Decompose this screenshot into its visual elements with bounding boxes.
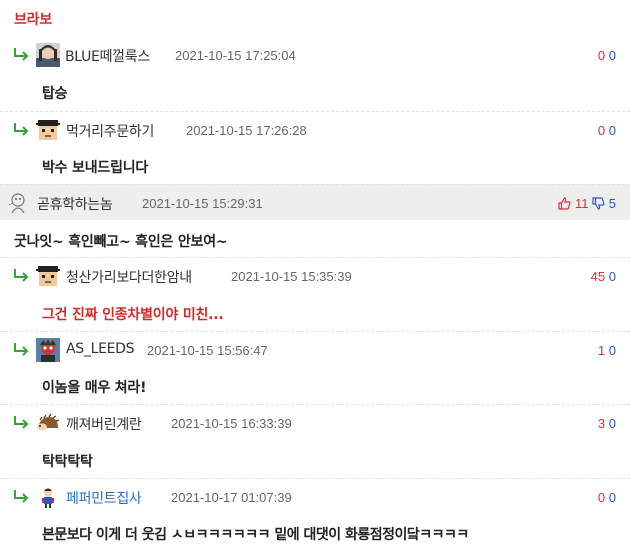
vote-counts: 0 0 — [598, 48, 616, 63]
comment-nickname[interactable]: BLUE떼껄룩스 — [65, 46, 150, 66]
reply-arrow-icon — [14, 343, 29, 356]
thumbs-up-icon[interactable] — [558, 197, 571, 210]
comment-datetime: 2021-10-15 15:29:31 — [142, 196, 263, 211]
comment-datetime: 2021-10-15 17:25:04 — [175, 48, 296, 63]
downvote-count[interactable]: 0 — [609, 343, 616, 358]
upvote-count[interactable]: 0 — [598, 123, 605, 138]
vote-counts: 0 0 — [598, 490, 616, 505]
comment-body: 탁탁탁탁 — [42, 454, 93, 470]
vote-counts: 0 0 — [598, 123, 616, 138]
comment-header: 먹거리주문하기 2021-10-15 17:26:28 0 0 — [0, 111, 630, 147]
vote-counts: 1 0 — [598, 343, 616, 358]
downvote-count[interactable]: 0 — [609, 269, 616, 284]
reply-arrow-icon — [14, 48, 29, 61]
comment-nickname[interactable]: 곧휴학하는놈 — [37, 194, 113, 214]
downvote-count[interactable]: 0 — [609, 416, 616, 431]
vote-counts: 45 0 — [591, 269, 616, 284]
avatar[interactable] — [36, 485, 60, 509]
avatar[interactable] — [36, 264, 60, 288]
upvote-count[interactable]: 1 — [598, 343, 605, 358]
reply-arrow-icon — [14, 123, 29, 136]
comment-body: 이놈을 매우 쳐라! — [42, 380, 147, 396]
vote-counts: 3 0 — [598, 416, 616, 431]
pixel-face-avatar-icon — [36, 118, 60, 142]
comment-header: AS_LEEDS 2021-10-15 15:56:47 1 0 — [0, 331, 630, 367]
avatar[interactable] — [36, 411, 60, 435]
reply-arrow-icon — [14, 416, 29, 429]
upvote-count[interactable]: 0 — [598, 490, 605, 505]
comment-nickname[interactable]: 먹거리주문하기 — [66, 121, 154, 141]
comment-body: 굿나잇~ 흑인빼고~ 흑인은 안보여~ — [14, 234, 228, 250]
upvote-count[interactable]: 0 — [598, 48, 605, 63]
upvote-count[interactable]: 11 — [575, 196, 589, 211]
avatar[interactable] — [36, 118, 60, 142]
avatar[interactable] — [36, 338, 60, 362]
avatar[interactable] — [6, 191, 30, 215]
thumbs-down-icon[interactable] — [592, 197, 605, 210]
hedgehog-avatar-icon — [36, 411, 60, 435]
downvote-count[interactable]: 0 — [609, 123, 616, 138]
downvote-count[interactable]: 0 — [609, 48, 616, 63]
comment-header: BLUE떼껄룩스 2021-10-15 17:25:04 0 0 — [0, 37, 630, 73]
comment-body: 그건 진짜 인종차별이야 미친... — [42, 307, 224, 323]
reply-arrow-icon — [14, 269, 29, 282]
comment-header: 곧휴학하는놈 2021-10-15 15:29:31 11 5 — [0, 184, 630, 220]
comment-header: 페퍼민트집사 2021-10-17 01:07:39 0 0 — [0, 478, 630, 514]
comment-body: 브라보 — [14, 12, 53, 28]
comment-body: 탑승 — [42, 86, 68, 102]
small-character-avatar-icon — [36, 485, 60, 509]
avatar[interactable] — [36, 43, 60, 67]
sketch-avatar-icon — [6, 191, 30, 215]
pixel-face-avatar-icon — [36, 264, 60, 288]
comment-datetime: 2021-10-15 17:26:28 — [186, 123, 307, 138]
comment-body: 박수 보내드립니다 — [42, 160, 149, 176]
comment-datetime: 2021-10-15 15:56:47 — [147, 343, 268, 358]
comment-datetime: 2021-10-17 01:07:39 — [171, 490, 292, 505]
comment-body: 본문보다 이게 더 웃김 ㅅㅂㅋㅋㅋㅋㅋㅋ 밑에 대댓이 화룡점정이닼ㅋㅋㅋㅋ — [42, 527, 469, 543]
upvote-count[interactable]: 45 — [591, 269, 605, 284]
reply-arrow-icon — [14, 490, 29, 503]
comment-datetime: 2021-10-15 16:33:39 — [171, 416, 292, 431]
comment-nickname[interactable]: 청산가리보다더한암내 — [66, 267, 192, 287]
character-avatar-icon — [36, 338, 60, 362]
photo-avatar-icon — [36, 43, 60, 67]
downvote-count[interactable]: 0 — [609, 490, 616, 505]
comment-nickname[interactable]: 페퍼민트집사 — [66, 488, 142, 508]
upvote-count[interactable]: 3 — [598, 416, 605, 431]
comment-nickname[interactable]: AS_LEEDS — [66, 341, 135, 357]
downvote-count[interactable]: 5 — [609, 196, 616, 211]
comment-datetime: 2021-10-15 15:35:39 — [231, 269, 352, 284]
comment-header: 깨져버린계란 2021-10-15 16:33:39 3 0 — [0, 404, 630, 440]
comment-nickname[interactable]: 깨져버린계란 — [66, 414, 142, 434]
vote-counts: 11 5 — [558, 196, 616, 211]
comment-header: 청산가리보다더한암내 2021-10-15 15:35:39 45 0 — [0, 257, 630, 293]
